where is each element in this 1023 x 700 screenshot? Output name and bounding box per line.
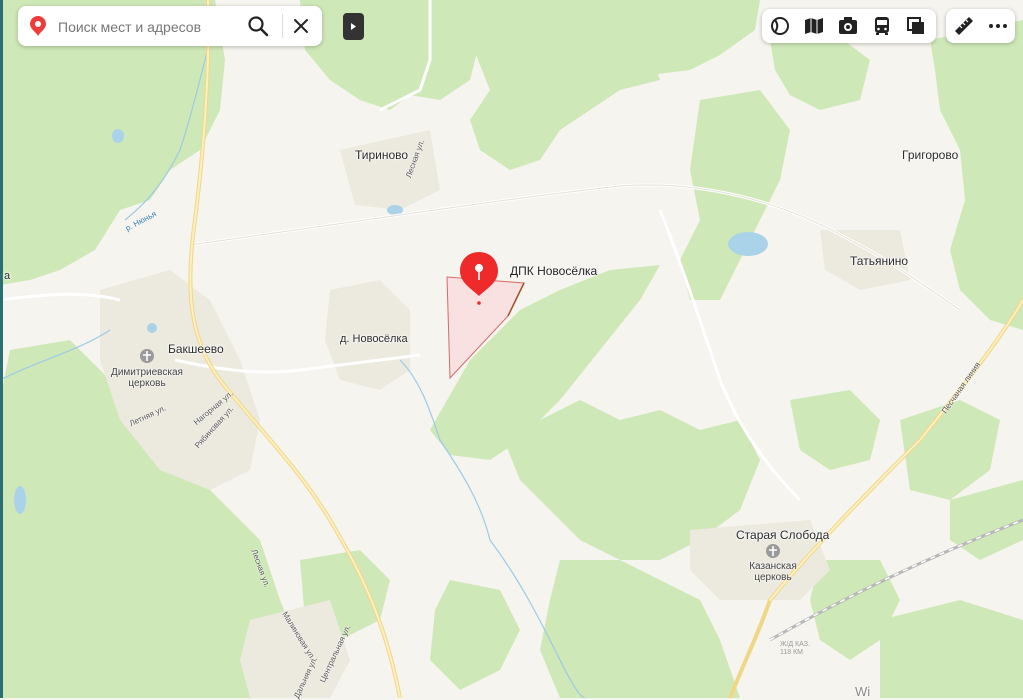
church-label-line2: церковь	[754, 572, 792, 583]
edge-label: а	[4, 270, 11, 282]
place-label-bakshevo[interactable]: Бакшеево	[168, 342, 224, 356]
bus-icon[interactable]	[870, 14, 894, 38]
map-book-icon[interactable]	[802, 14, 826, 38]
panorama-sphere-icon[interactable]	[768, 14, 792, 38]
camera-icon[interactable]	[836, 14, 860, 38]
church-label: Казанская церковь	[740, 561, 806, 583]
church-icon[interactable]	[140, 349, 154, 363]
more-dots-icon[interactable]	[986, 14, 1010, 38]
station-label: Ж/Д КАЗ. 118 КМ	[780, 641, 810, 657]
search-icon[interactable]	[246, 14, 270, 38]
ruler-icon[interactable]	[952, 14, 976, 38]
search-input[interactable]	[56, 14, 240, 40]
selected-place-label[interactable]: ДПК Новосёлка	[510, 264, 597, 278]
layers-toolbar	[762, 9, 936, 43]
close-icon[interactable]	[289, 14, 313, 38]
church-label-line2: церковь	[128, 378, 166, 389]
place-label-tirinovo[interactable]: Тириново	[355, 148, 408, 162]
play-triangle-icon	[351, 23, 356, 30]
church-icon[interactable]	[766, 544, 780, 558]
tools-toolbar	[946, 9, 1015, 43]
place-label-novoselka[interactable]: д. Новосёлка	[340, 333, 408, 345]
collapse-panel-button[interactable]	[343, 13, 364, 40]
station-label-line1: Ж/Д КАЗ.	[780, 641, 810, 648]
map-canvas[interactable]	[0, 0, 1023, 698]
search-panel	[18, 6, 322, 46]
layers-square-icon[interactable]	[904, 14, 928, 38]
place-label-tatyanino[interactable]: Татьянино	[850, 254, 908, 268]
divider	[282, 14, 283, 38]
church-label-line1: Казанская	[749, 561, 797, 572]
church-label-line1: Димитриевская	[111, 367, 183, 378]
location-pin-icon	[30, 16, 46, 41]
edge-label: Wi	[855, 684, 871, 699]
place-label-staraya-sloboda[interactable]: Старая Слобода	[736, 528, 829, 542]
church-label: Димитриевская церковь	[104, 367, 190, 389]
window-edge	[0, 0, 3, 698]
station-label-line2: 118 КМ	[780, 649, 804, 656]
place-label-grigorovo[interactable]: Григорово	[902, 148, 958, 162]
